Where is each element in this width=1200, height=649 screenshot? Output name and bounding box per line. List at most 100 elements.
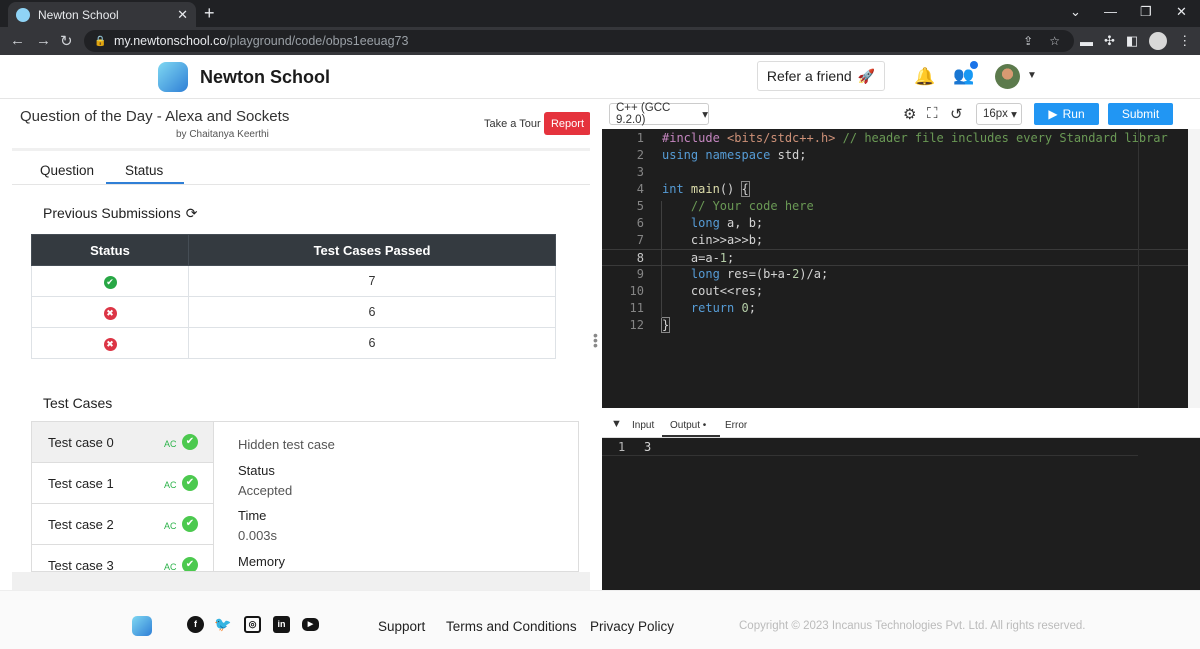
- test-case-item[interactable]: Test case 3 AC ✔: [32, 545, 214, 571]
- test-case-item[interactable]: Test case 2 AC ✔: [32, 504, 214, 545]
- column-header: Test Cases Passed: [188, 234, 556, 266]
- address-bar: ← → ↻ 🔒 my.newtonschool.co/playground/co…: [0, 27, 1200, 55]
- brand-name[interactable]: Newton School: [200, 67, 330, 88]
- menu-dots-icon[interactable]: ⋮: [1178, 33, 1191, 49]
- test-case-item[interactable]: Test case 1 AC ✔: [32, 463, 214, 504]
- reload-icon[interactable]: ↻: [60, 32, 73, 50]
- share-icon[interactable]: ⇪: [1023, 34, 1033, 48]
- tab-error[interactable]: Error: [725, 420, 747, 431]
- close-window-button[interactable]: ✕: [1176, 4, 1187, 20]
- reset-code-icon[interactable]: ↺: [950, 105, 963, 123]
- bell-icon[interactable]: 🔔: [914, 67, 935, 87]
- fullscreen-icon[interactable]: ⛶: [927, 105, 938, 122]
- minimap-divider: [1138, 129, 1139, 408]
- minimize-button[interactable]: —: [1104, 4, 1117, 19]
- status-cell: ✖: [31, 296, 189, 328]
- drag-handle-icon[interactable]: • • •: [593, 328, 598, 352]
- facebook-icon[interactable]: f: [187, 616, 204, 633]
- table-row[interactable]: ✖ 6: [31, 327, 556, 359]
- language-select[interactable]: C++ (GCC 9.2.0) ▾: [609, 102, 709, 126]
- status-value: Accepted: [238, 483, 293, 498]
- submissions-table: Status Test Cases Passed ✔ 7 ✖ 6 ✖ 6: [31, 234, 556, 359]
- tab-status[interactable]: Status: [125, 163, 163, 178]
- new-tab-button[interactable]: +: [204, 3, 215, 24]
- code-line: 10 cout<<res;: [629, 284, 764, 298]
- newton-logo-icon[interactable]: [158, 62, 188, 92]
- url-path: /playground/code/obps1eeuag73: [226, 34, 409, 48]
- check-circle-icon: ✔: [182, 557, 198, 571]
- check-circle-icon: ✔: [182, 434, 198, 450]
- community-icon[interactable]: 👥: [953, 66, 974, 86]
- rocket-icon: 🚀: [857, 67, 876, 84]
- accepted-check-icon: ✔: [103, 275, 117, 289]
- back-icon[interactable]: ←: [10, 32, 25, 49]
- code-line: 12}: [629, 317, 671, 333]
- verdict-badge: AC: [164, 521, 177, 531]
- terms-link[interactable]: Terms and Conditions: [446, 619, 577, 634]
- take-tour-button[interactable]: Take a Tour: [480, 114, 545, 134]
- settings-gear-icon[interactable]: ⚙: [903, 105, 916, 123]
- question-author: by Chaitanya Keerthi: [176, 129, 269, 140]
- restore-button[interactable]: ❐: [1140, 4, 1152, 20]
- close-tab-icon[interactable]: ✕: [177, 7, 188, 23]
- code-line: 6 long a, b;: [636, 216, 764, 230]
- table-row[interactable]: ✖ 6: [31, 296, 556, 328]
- memory-label: Memory: [238, 554, 285, 569]
- profile-avatar[interactable]: [1149, 32, 1168, 50]
- code-line: 11 return 0;: [629, 301, 756, 315]
- passed-cell: 6: [188, 327, 556, 359]
- lock-icon: 🔒: [94, 35, 107, 47]
- question-title: Question of the Day - Alexa and Sockets: [20, 108, 290, 125]
- output-panel[interactable]: 1 3: [602, 438, 1188, 590]
- caret-down-icon[interactable]: ▼: [1027, 70, 1037, 81]
- check-circle-icon: ✔: [182, 516, 198, 532]
- indent-guide: [661, 201, 662, 318]
- passed-cell: 7: [188, 265, 556, 297]
- footer: f 🐦 ◎ in ▶ Support Terms and Conditions …: [0, 590, 1200, 649]
- favicon-icon: [16, 7, 30, 22]
- bookmark-star-icon[interactable]: ☆: [1049, 34, 1060, 48]
- url-input[interactable]: 🔒 my.newtonschool.co/playground/code/obp…: [84, 30, 1074, 52]
- tab-output[interactable]: Output •: [670, 420, 706, 431]
- tab-title: Newton School: [38, 7, 119, 22]
- passed-cell: 6: [188, 296, 556, 328]
- support-link[interactable]: Support: [378, 619, 425, 634]
- refer-friend-button[interactable]: Refer a friend 🚀: [757, 61, 885, 91]
- font-size-select[interactable]: 16px ▾: [976, 103, 1022, 125]
- editor-scrollbar[interactable]: [1188, 129, 1200, 408]
- collapse-chevron-icon[interactable]: ▼: [611, 418, 622, 430]
- test-case-item[interactable]: Test case 0 AC ✔: [32, 422, 214, 463]
- report-button[interactable]: Report: [544, 112, 591, 135]
- divider: [12, 184, 590, 185]
- test-case-name: Hidden test case: [238, 437, 335, 452]
- run-button[interactable]: ▶ Run: [1034, 103, 1099, 125]
- table-row[interactable]: ✔ 7: [31, 265, 556, 297]
- privacy-link[interactable]: Privacy Policy: [590, 619, 674, 634]
- code-editor[interactable]: 1 #include <bits/stdc++.h> // header file…: [602, 129, 1188, 408]
- youtube-icon[interactable]: ▶: [302, 618, 319, 631]
- puzzle-icon[interactable]: ✣: [1104, 33, 1115, 49]
- tab-question[interactable]: Question: [40, 163, 94, 178]
- refresh-icon[interactable]: ⟳: [186, 205, 198, 222]
- test-case-list: Test case 0 AC ✔ Test case 1 AC ✔ Test c…: [32, 422, 214, 571]
- browser-tab[interactable]: Newton School ✕: [8, 2, 196, 27]
- linkedin-icon[interactable]: in: [273, 616, 290, 633]
- instagram-icon[interactable]: ◎: [244, 616, 261, 633]
- tab-search-icon[interactable]: ⌄: [1070, 4, 1081, 20]
- rejected-x-icon: ✖: [103, 306, 117, 320]
- tab-input[interactable]: Input: [632, 420, 654, 431]
- twitter-icon[interactable]: 🐦: [214, 616, 231, 633]
- extension-icon[interactable]: ▬: [1080, 34, 1093, 49]
- status-cell: ✔: [31, 265, 189, 297]
- submit-button[interactable]: Submit: [1108, 103, 1173, 125]
- refer-label: Refer a friend: [766, 68, 852, 84]
- check-circle-icon: ✔: [182, 475, 198, 491]
- play-icon: ▶: [1048, 107, 1058, 121]
- user-avatar[interactable]: [995, 64, 1020, 89]
- sidebar-icon[interactable]: ◧: [1126, 33, 1138, 49]
- column-header: Status: [31, 234, 189, 266]
- divider: [12, 148, 590, 151]
- code-line: 7 cin>>a>>b;: [636, 233, 764, 247]
- forward-icon[interactable]: →: [36, 32, 51, 49]
- newton-logo-icon[interactable]: [132, 616, 152, 636]
